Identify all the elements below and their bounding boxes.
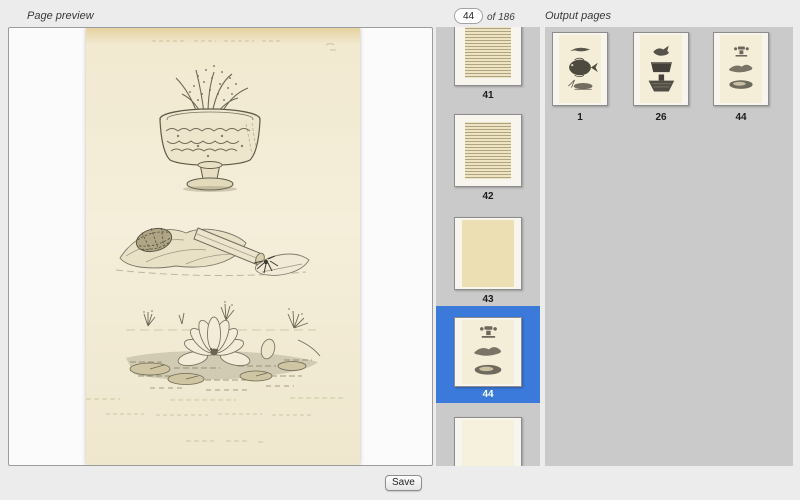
page-preview-panel (8, 27, 433, 466)
text-page-preview (462, 27, 514, 83)
page-total-label: of 186 (487, 12, 515, 23)
plate-44-sketch (720, 35, 762, 103)
fish-basket-plate-preview (640, 35, 682, 103)
thumbnail-image-43[interactable] (454, 217, 522, 290)
plate-26-sketch (640, 35, 682, 103)
save-button[interactable]: Save (385, 475, 422, 491)
output-image-26[interactable] (633, 32, 689, 106)
output-label: 1 (552, 112, 608, 123)
blank-page-preview (462, 420, 514, 466)
thumbnail-page-43[interactable]: 43 (454, 217, 522, 305)
vase-sketch (160, 65, 260, 192)
preview-page-image (86, 28, 360, 465)
page-preview-label: Page preview (27, 10, 94, 22)
thumbnail-label: 42 (436, 191, 540, 202)
thumbnail-page-44-selected[interactable]: 44 (436, 306, 540, 403)
output-pages-panel: 1 26 44 (545, 27, 793, 466)
output-label: 44 (713, 112, 769, 123)
plate-44-sketch (462, 320, 514, 384)
illustration-plate-preview (462, 320, 514, 384)
engraved-plate-illustration (86, 28, 360, 465)
output-label: 26 (633, 112, 689, 123)
thumbnail-label: 43 (436, 294, 540, 305)
output-image-44[interactable] (713, 32, 769, 106)
illustration-plate-preview (720, 35, 762, 103)
thumbnail-page-45-partial[interactable] (454, 417, 522, 466)
thumbnail-image-42[interactable] (454, 114, 522, 187)
output-pages-label: Output pages (545, 10, 611, 22)
thumbnail-image-41[interactable] (454, 27, 522, 86)
thumbnail-label: 41 (436, 90, 540, 101)
output-page-26[interactable]: 26 (633, 32, 689, 123)
thumbnail-image-44[interactable] (454, 317, 522, 387)
thumbnail-page-41[interactable]: 41 (454, 27, 522, 101)
page-number-input[interactable] (454, 8, 483, 24)
output-page-1[interactable]: 1 (552, 32, 608, 123)
text-page-preview (462, 117, 514, 184)
output-page-44[interactable]: 44 (713, 32, 769, 123)
text-page-preview (462, 220, 514, 287)
output-image-1[interactable] (552, 32, 608, 106)
plate-1-sketch (559, 35, 601, 103)
thumbnail-label-selected: 44 (436, 389, 540, 400)
thumbnail-page-42[interactable]: 42 (454, 114, 522, 202)
fish-plate-preview (559, 35, 601, 103)
water-lily-sketch (126, 301, 320, 390)
thumbnail-image-45[interactable] (454, 417, 522, 466)
still-life-sketch (116, 224, 309, 276)
page-thumbnail-list: 41 42 43 44 (436, 27, 540, 466)
